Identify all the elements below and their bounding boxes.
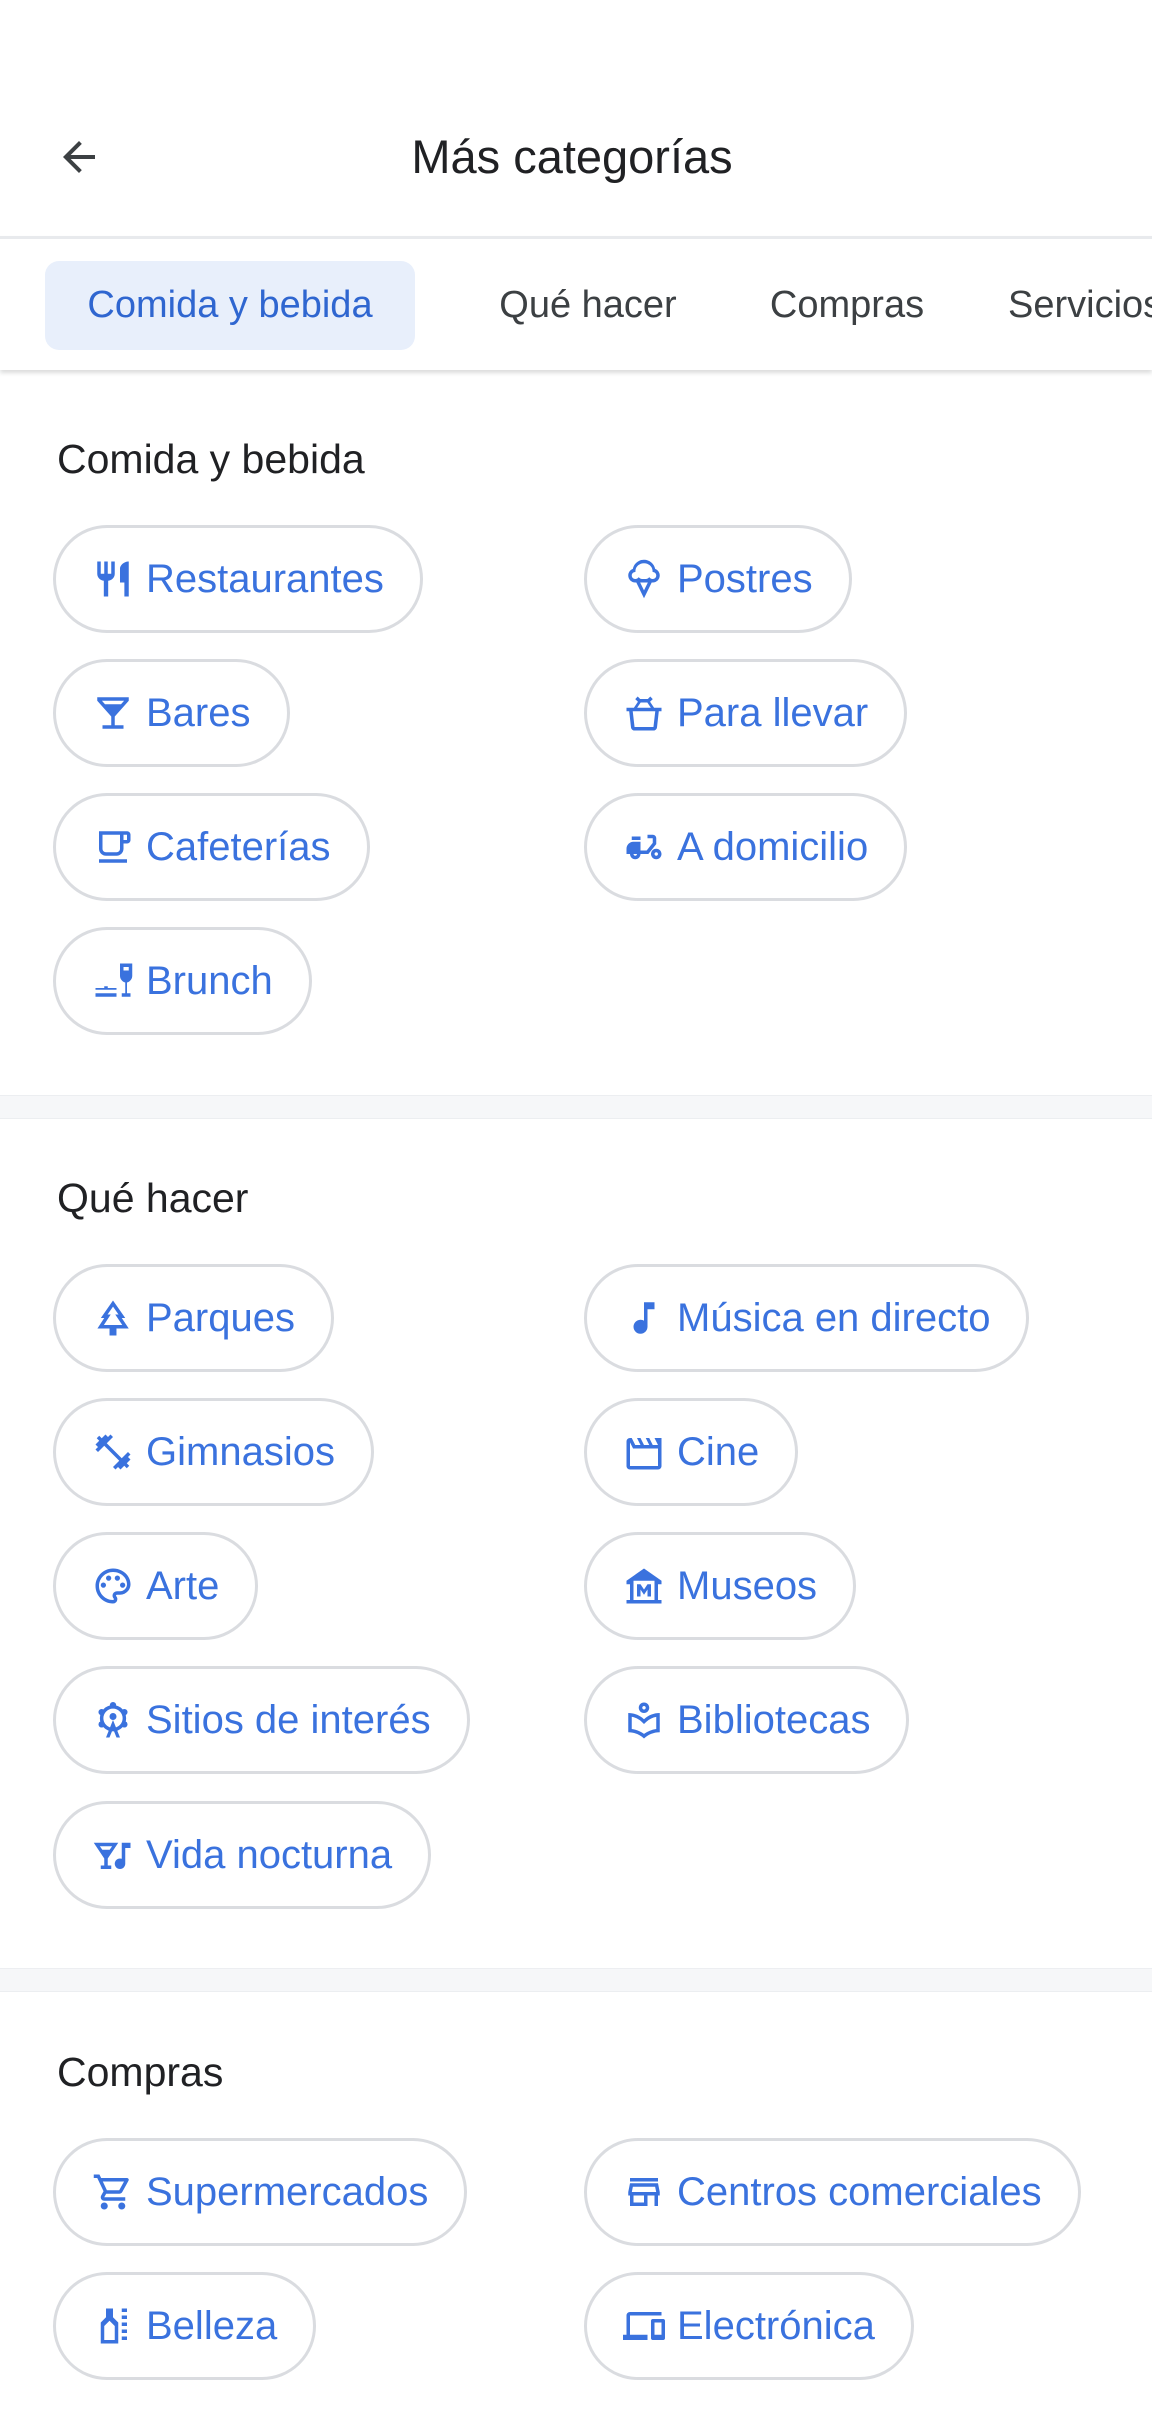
chip-vida-nocturna[interactable]: Vida nocturna xyxy=(53,1801,432,1909)
chip-label: Arte xyxy=(146,1563,220,1608)
chip-label: Sitios de interés xyxy=(146,1697,431,1742)
chip-label: Bibliotecas xyxy=(677,1697,871,1742)
chip-a-domicilio[interactable]: A domicilio xyxy=(584,793,908,901)
devices-icon xyxy=(623,2305,665,2347)
shopping-cart-icon xyxy=(92,2171,134,2213)
music-note-icon xyxy=(623,1297,665,1339)
chip-label: Brunch xyxy=(146,958,273,1003)
section-title-que-hacer: Qué hacer xyxy=(57,1175,249,1221)
ferris-wheel-icon xyxy=(92,1699,134,1741)
chip-label: Belleza xyxy=(146,2303,278,2348)
library-reader-icon xyxy=(623,1699,665,1741)
chip-label: Restaurantes xyxy=(146,556,384,601)
chip-restaurantes[interactable]: Restaurantes xyxy=(53,525,423,633)
fork-knife-icon xyxy=(92,558,134,600)
tab-comida-y-bebida[interactable]: Comida y bebida xyxy=(45,261,415,350)
chip-label: Gimnasios xyxy=(146,1429,335,1474)
chip-label: Cafeterías xyxy=(146,824,331,869)
chip-label: Museos xyxy=(677,1563,818,1608)
chip-label: Para llevar xyxy=(677,690,869,735)
tab-servicios[interactable]: Servicios xyxy=(1008,261,1152,350)
section-divider xyxy=(0,1968,1152,1992)
chip-para-llevar[interactable]: Para llevar xyxy=(584,659,908,767)
palette-icon xyxy=(92,1565,134,1607)
chip-bares[interactable]: Bares xyxy=(53,659,290,767)
category-tab-bar: Comida y bebida Qué hacer Compras Servic… xyxy=(0,236,1152,370)
chip-label: Música en directo xyxy=(677,1295,991,1340)
chip-supermercados[interactable]: Supermercados xyxy=(53,2138,468,2246)
tab-compras[interactable]: Compras xyxy=(745,261,949,350)
app-header xyxy=(0,0,1152,236)
chip-musica-en-directo[interactable]: Música en directo xyxy=(584,1264,1030,1372)
chip-label: Vida nocturna xyxy=(146,1832,393,1877)
section-divider xyxy=(0,1095,1152,1119)
chip-brunch[interactable]: Brunch xyxy=(53,927,312,1035)
chip-label: Centros comerciales xyxy=(677,2169,1042,2214)
tab-que-hacer[interactable]: Qué hacer xyxy=(470,261,706,350)
chip-bibliotecas[interactable]: Bibliotecas xyxy=(584,1666,910,1774)
chip-label: Cine xyxy=(677,1429,760,1474)
dumbbell-icon xyxy=(92,1431,134,1473)
chip-label: Supermercados xyxy=(146,2169,429,2214)
coffee-cup-icon xyxy=(92,826,134,868)
page-title: Más categorías xyxy=(411,130,733,183)
chip-museos[interactable]: Museos xyxy=(584,1532,857,1640)
cocktail-glass-icon xyxy=(92,692,134,734)
chip-belleza[interactable]: Belleza xyxy=(53,2272,317,2380)
chip-cine[interactable]: Cine xyxy=(584,1398,799,1506)
brunch-icon xyxy=(92,960,134,1002)
chip-label: Electrónica xyxy=(677,2303,875,2348)
chip-electronica[interactable]: Electrónica xyxy=(584,2272,914,2380)
chip-centros-comerciales[interactable]: Centros comerciales xyxy=(584,2138,1081,2246)
storefront-icon xyxy=(623,2171,665,2213)
chip-postres[interactable]: Postres xyxy=(584,525,852,633)
chip-sitios-de-interes[interactable]: Sitios de interés xyxy=(53,1666,470,1774)
chip-label: Parques xyxy=(146,1295,295,1340)
section-title-compras: Compras xyxy=(57,2049,224,2095)
chip-label: A domicilio xyxy=(677,824,869,869)
nightlife-icon xyxy=(92,1834,134,1876)
tree-icon xyxy=(92,1297,134,1339)
chip-cafeterias[interactable]: Cafeterías xyxy=(53,793,370,901)
chip-arte[interactable]: Arte xyxy=(53,1532,259,1640)
museum-icon xyxy=(623,1565,665,1607)
chip-label: Postres xyxy=(677,556,813,601)
chip-parques[interactable]: Parques xyxy=(53,1264,334,1372)
takeout-box-icon xyxy=(623,692,665,734)
section-title-comida-y-bebida: Comida y bebida xyxy=(57,436,365,482)
ice-cream-icon xyxy=(623,558,665,600)
chip-gimnasios[interactable]: Gimnasios xyxy=(53,1398,374,1506)
beauty-bottle-icon xyxy=(92,2305,134,2347)
clapperboard-icon xyxy=(623,1431,665,1473)
delivery-scooter-icon xyxy=(623,826,665,868)
chip-label: Bares xyxy=(146,690,251,735)
